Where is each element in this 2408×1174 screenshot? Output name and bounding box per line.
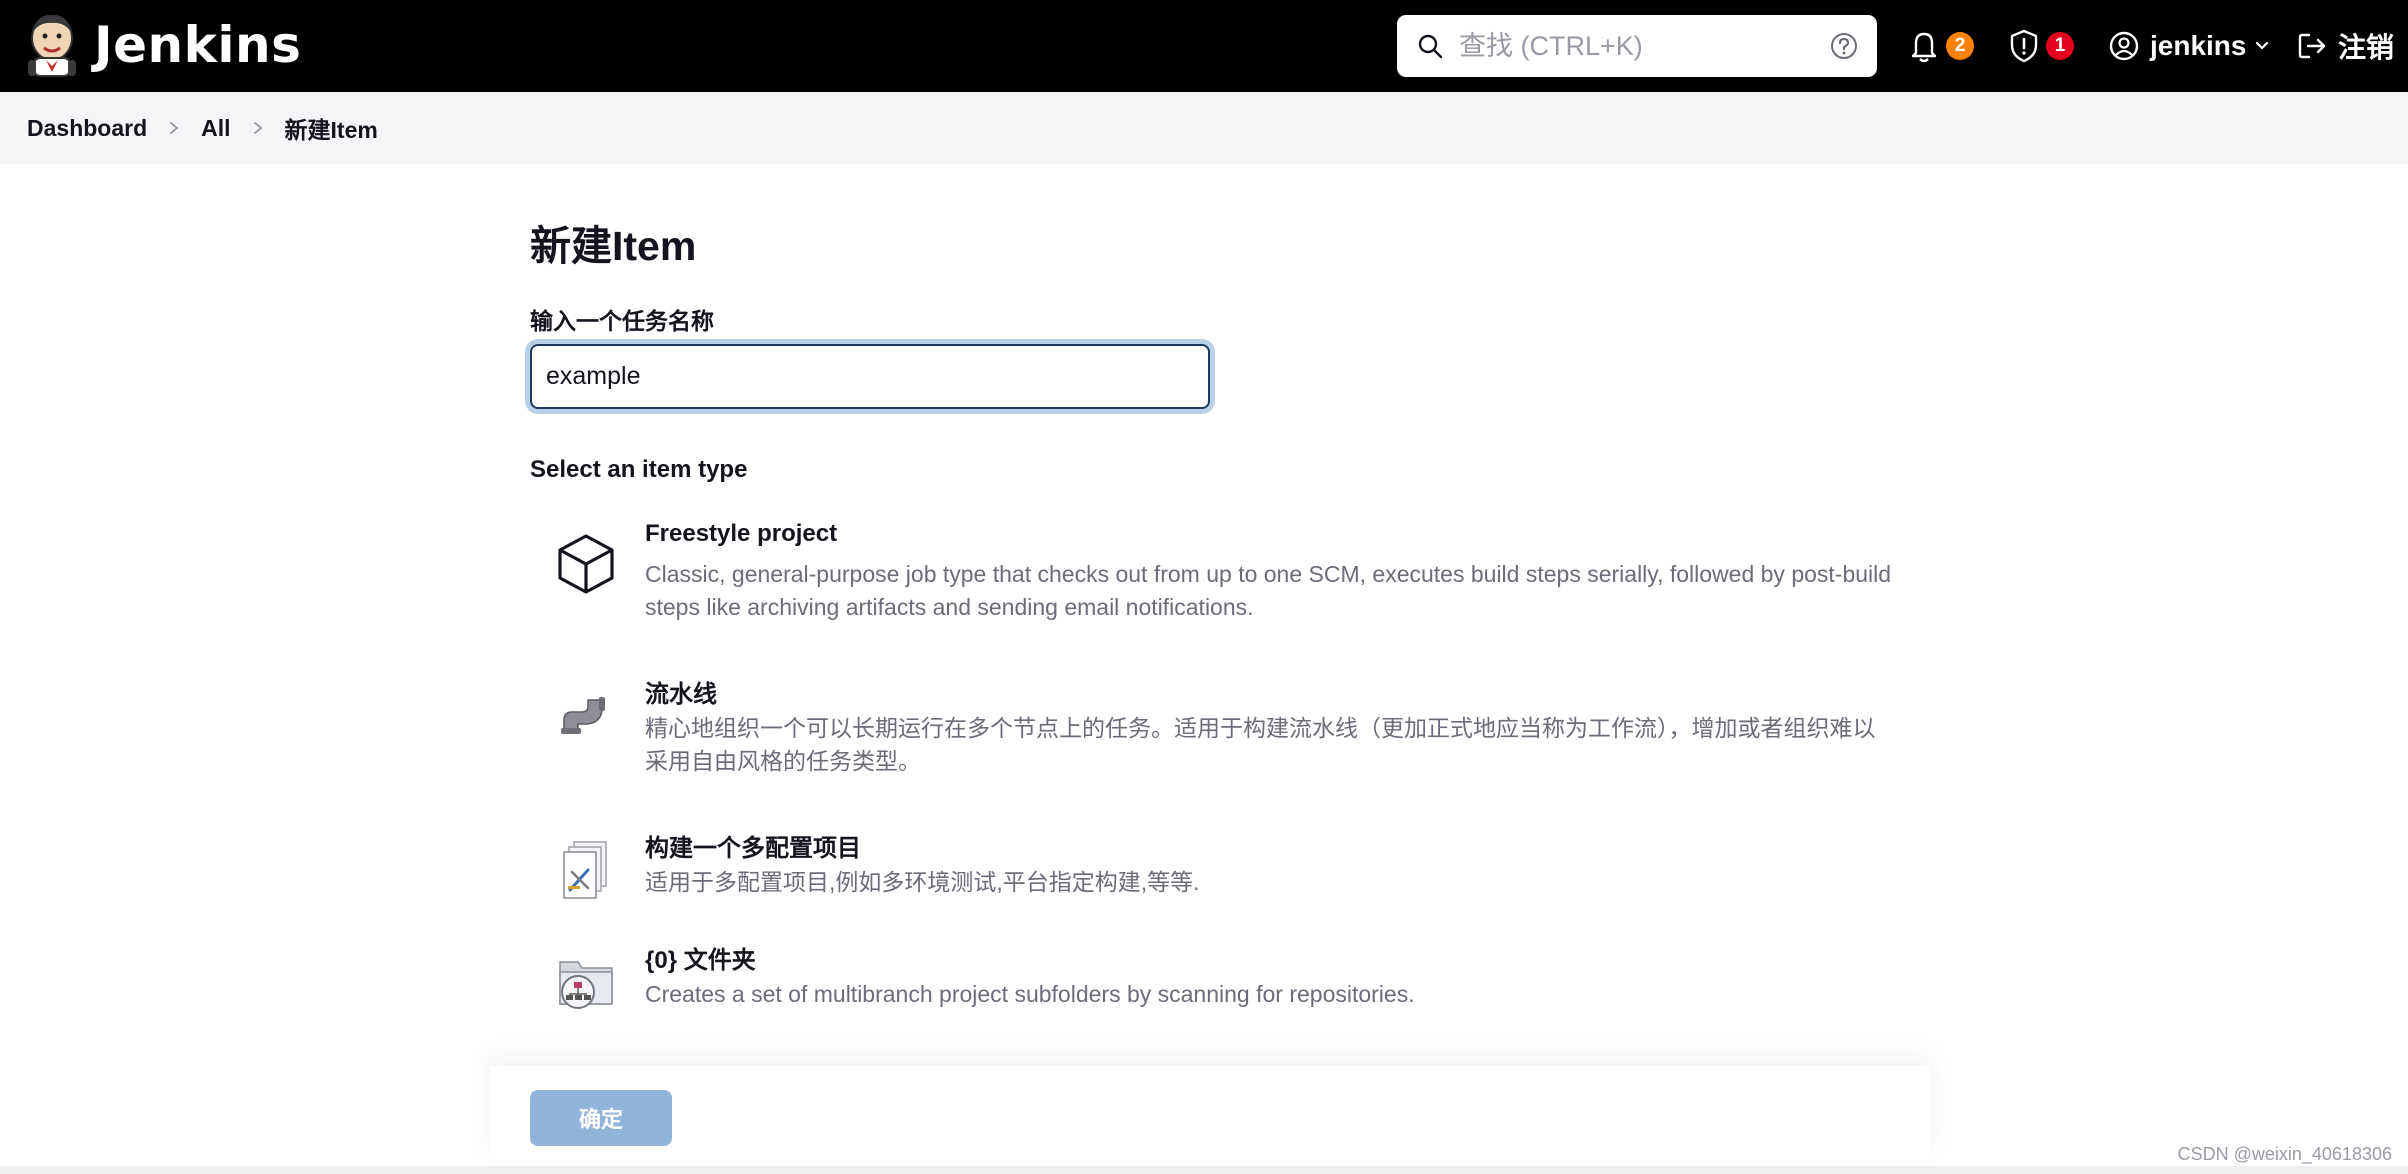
jenkins-logo-link[interactable]: Jenkins: [24, 12, 301, 78]
notifications-button[interactable]: 2: [1908, 22, 1974, 70]
logout-label: 注销: [2338, 32, 2395, 63]
top-header: Jenkins 2 1 je: [0, 0, 2408, 92]
logout-icon: [2298, 33, 2326, 59]
item-type-pipeline[interactable]: 流水线 精心地组织一个可以长期运行在多个节点上的任务。适用于构建流水线（更加正式…: [530, 674, 1930, 784]
item-type-name: {0} 文件夹: [645, 947, 756, 974]
ok-button[interactable]: 确定: [530, 1090, 672, 1146]
item-type-description: 适用于多配置项目,例如多环境测试,平台指定构建,等等.: [645, 869, 1200, 895]
item-type-description: Classic, general-purpose job type that c…: [645, 561, 1892, 620]
watermark: CSDN @weixin_40618306: [2177, 1144, 2392, 1164]
notifications-badge: 2: [1946, 32, 1974, 60]
page-bottom-strip: [0, 1166, 2408, 1174]
folder-icon: [559, 961, 613, 1009]
item-type-multi-config[interactable]: 构建一个多配置项目 适用于多配置项目,例如多环境测试,平台指定构建,等等.: [530, 828, 1930, 918]
chevron-right-icon: [170, 122, 179, 134]
breadcrumb: Dashboard All 新建Item: [0, 92, 2408, 164]
user-menu-button[interactable]: jenkins: [2108, 22, 2270, 70]
item-type-heading: Select an item type: [530, 456, 748, 483]
chevron-down-icon: [2256, 41, 2269, 50]
user-icon: [2109, 31, 2139, 61]
search-box: [1397, 15, 1877, 77]
breadcrumb-new-item[interactable]: 新建Item: [285, 111, 378, 145]
item-type-name: Freestyle project: [645, 520, 838, 547]
jenkins-butler-icon: [28, 14, 76, 77]
page-title: 新建Item: [530, 223, 697, 269]
breadcrumb-all[interactable]: All: [201, 115, 230, 142]
user-name: jenkins: [2150, 30, 2247, 61]
chevron-right-icon: [253, 122, 262, 134]
brand-name: Jenkins: [94, 16, 302, 74]
breadcrumb-dashboard[interactable]: Dashboard: [27, 115, 147, 142]
item-type-folder[interactable]: {0} 文件夹 Creates a set of multibranch pro…: [530, 940, 1930, 1030]
item-type-description: Creates a set of multibranch project sub…: [645, 981, 1415, 1007]
logout-button[interactable]: 注销: [2296, 22, 2394, 70]
item-type-description: 精心地组织一个可以长期运行在多个节点上的任务。适用于构建流水线（更加正式地应当称…: [645, 715, 1876, 774]
security-badge: 1: [2046, 32, 2074, 60]
help-icon[interactable]: [1829, 31, 1859, 61]
bottom-action-bar: 确定: [490, 1066, 1930, 1160]
package-icon: [558, 534, 614, 594]
search-icon: [1418, 34, 1443, 59]
multi-config-icon: [563, 841, 607, 899]
search-input[interactable]: [1459, 23, 1799, 69]
bell-icon: [1911, 32, 1937, 63]
item-type-name: 构建一个多配置项目: [645, 835, 861, 862]
item-name-label: 输入一个任务名称: [530, 308, 714, 334]
item-type-freestyle[interactable]: Freestyle project Classic, general-purpo…: [530, 520, 1930, 630]
shield-icon: [2010, 29, 2038, 63]
item-type-name: 流水线: [645, 681, 717, 708]
item-name-input[interactable]: [530, 344, 1210, 409]
security-warnings-button[interactable]: 1: [2008, 22, 2074, 70]
pipe-icon: [561, 697, 605, 734]
